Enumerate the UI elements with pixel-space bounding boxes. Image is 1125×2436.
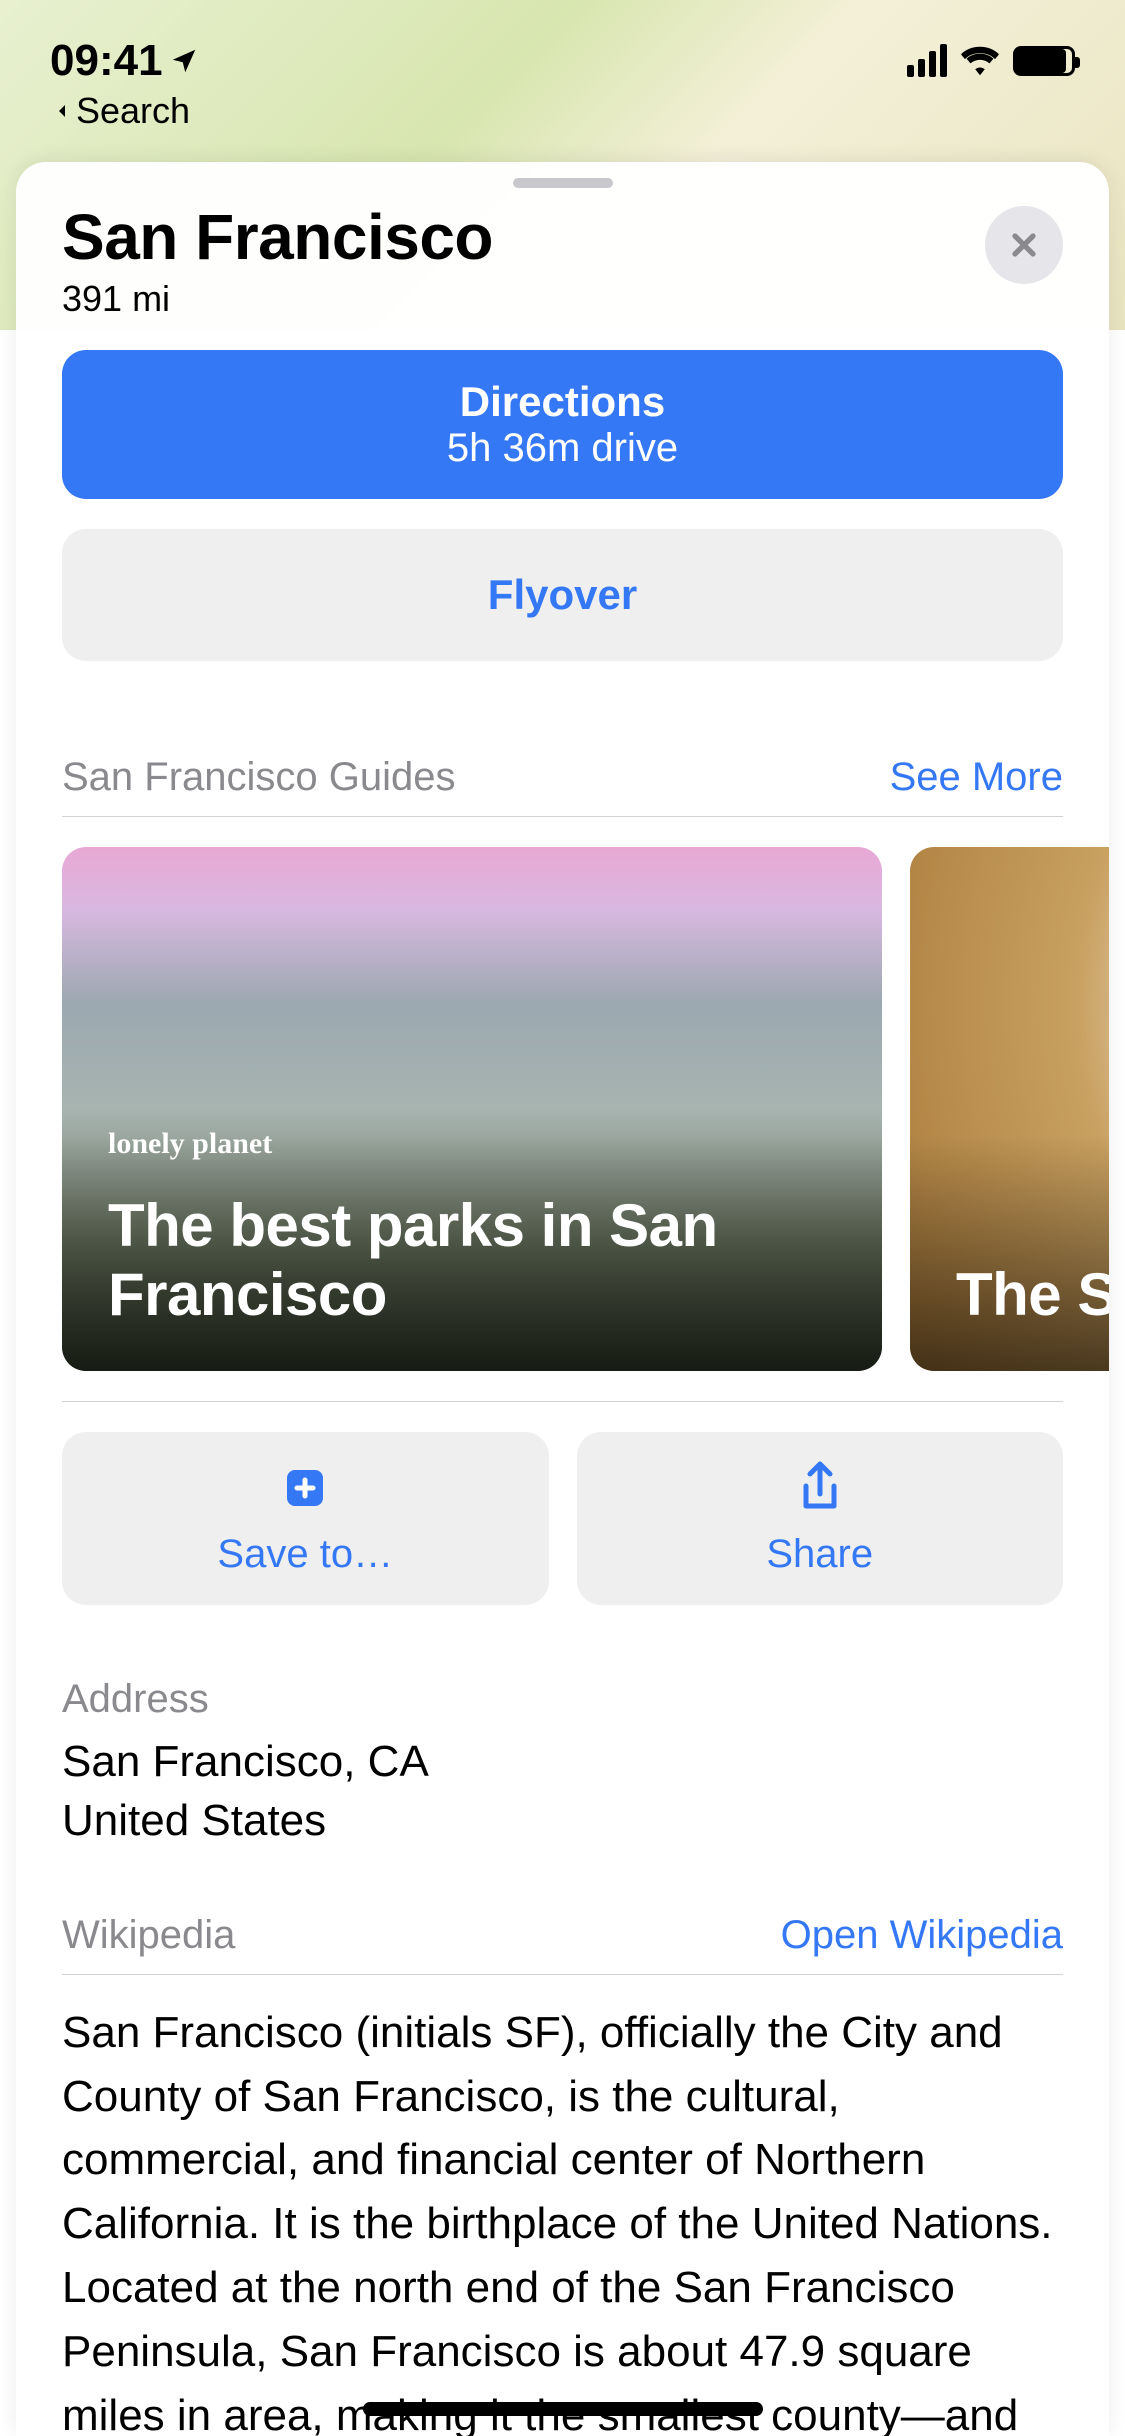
place-distance: 391 mi: [62, 278, 493, 320]
directions-subtitle: 5h 36m drive: [90, 426, 1035, 471]
back-label: Search: [76, 90, 190, 132]
place-header: San Francisco 391 mi: [16, 188, 1109, 350]
guide-brand: lonely planet: [108, 1127, 836, 1161]
cellular-signal-icon: [907, 44, 947, 77]
address-label: Address: [62, 1677, 1063, 1722]
close-icon: [1006, 227, 1042, 263]
flyover-label: Flyover: [488, 571, 637, 618]
wikipedia-label: Wikipedia: [62, 1913, 235, 1958]
guide-card[interactable]: The S… Takeo…: [910, 847, 1109, 1371]
address-line2: United States: [62, 1791, 1063, 1850]
close-button[interactable]: [985, 206, 1063, 284]
guide-title: The S… Takeo…: [956, 1260, 1109, 1329]
flyover-button[interactable]: Flyover: [62, 529, 1063, 661]
share-button[interactable]: Share: [577, 1432, 1064, 1605]
place-title: San Francisco: [62, 200, 493, 274]
status-bar: 09:41 Search: [0, 0, 1125, 130]
status-time: 09:41: [50, 36, 199, 86]
wikipedia-header: Wikipedia Open Wikipedia: [62, 1913, 1063, 1958]
guides-see-more[interactable]: See More: [890, 755, 1063, 800]
directions-label: Directions: [90, 378, 1035, 426]
share-icon: [794, 1462, 846, 1514]
address-line1: San Francisco, CA: [62, 1732, 1063, 1791]
home-indicator[interactable]: [363, 2402, 763, 2416]
open-wikipedia-link[interactable]: Open Wikipedia: [781, 1913, 1063, 1958]
time-value: 09:41: [50, 36, 163, 86]
guides-header: San Francisco Guides See More: [62, 755, 1063, 800]
chevron-left-icon: [50, 95, 74, 127]
back-to-search[interactable]: Search: [50, 90, 199, 132]
guide-card[interactable]: lonely planet The best parks in San Fran…: [62, 847, 882, 1371]
battery-icon: [1013, 46, 1075, 76]
place-sheet: San Francisco 391 mi Directions 5h 36m d…: [16, 162, 1109, 2436]
directions-button[interactable]: Directions 5h 36m drive: [62, 350, 1063, 499]
sheet-grabber[interactable]: [513, 178, 613, 188]
action-row: Save to… Share: [16, 1402, 1109, 1605]
wikipedia-body: San Francisco (initials SF), officially …: [62, 1975, 1063, 2436]
share-label: Share: [766, 1532, 873, 1577]
guides-title: San Francisco Guides: [62, 755, 456, 800]
location-arrow-icon: [169, 46, 199, 76]
plus-square-icon: [279, 1462, 331, 1514]
save-label: Save to…: [217, 1532, 393, 1577]
guides-carousel[interactable]: lonely planet The best parks in San Fran…: [16, 817, 1109, 1371]
guide-title: The best parks in San Francisco: [108, 1191, 836, 1329]
address-section: Address San Francisco, CA United States: [16, 1605, 1109, 1851]
wifi-icon: [961, 46, 999, 76]
save-to-button[interactable]: Save to…: [62, 1432, 549, 1605]
